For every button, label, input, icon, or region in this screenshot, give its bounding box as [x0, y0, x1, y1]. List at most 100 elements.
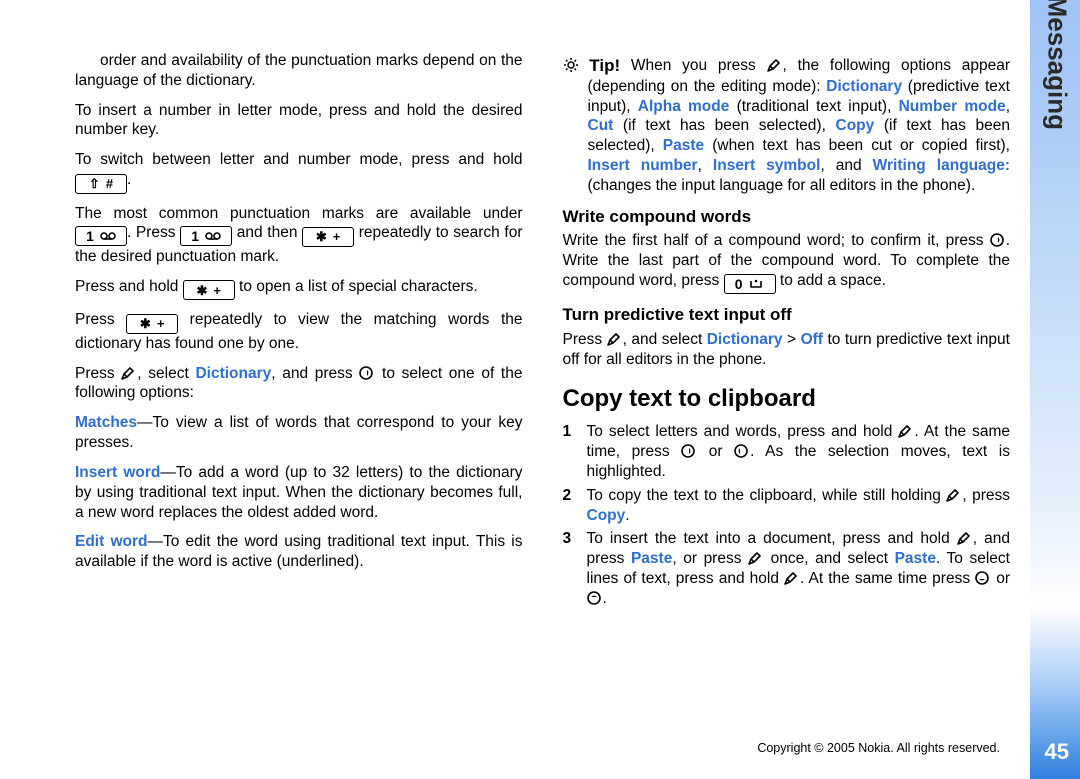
term-insert-word: Insert word [75, 464, 160, 481]
page-number: 45 [1045, 739, 1069, 765]
term-insert-symbol: Insert symbol [713, 157, 821, 174]
list-item: 2 To copy the text to the clipboard, whi… [563, 486, 1011, 526]
text: > [783, 331, 801, 348]
text: Press [563, 331, 607, 348]
text: , [698, 157, 713, 174]
body-columns: order and availability of the punctuatio… [75, 55, 1010, 695]
text: , select [137, 365, 195, 382]
para-edit-word: Edit word—To edit the word using traditi… [75, 532, 523, 572]
term-paste: Paste [895, 550, 936, 567]
page: order and availability of the punctuatio… [0, 0, 1080, 779]
key-star-plus: ✱ + [302, 227, 354, 247]
text: To select letters and words, press and h… [587, 423, 899, 440]
text: , and [820, 157, 872, 174]
para-insert-number: To insert a number in letter mode, press… [75, 101, 523, 141]
pen-icon [748, 551, 764, 565]
hash-icon: # [106, 177, 113, 190]
heading-turn-off: Turn predictive text input off [563, 304, 1011, 326]
text: . [625, 507, 629, 524]
text: . At the same time press [800, 570, 975, 587]
key-1-voicemail: 1 [75, 226, 127, 246]
para-turn-off: Press , and select Dictionary > Off to t… [563, 330, 1011, 370]
key-star-plus: ✱ + [183, 280, 235, 300]
text: (changes the input language for all edit… [588, 177, 976, 194]
text: to open a list of special characters. [235, 278, 478, 295]
term-writing-language: Writing language: [873, 157, 1010, 174]
key-1-voicemail: 1 [180, 226, 232, 246]
text: To switch between letter and number mode… [75, 151, 523, 168]
pen-icon [121, 366, 137, 380]
text: —To view a list of words that correspond… [75, 414, 523, 451]
term-insert-number: Insert number [588, 157, 698, 174]
shift-icon: ⇧ [89, 177, 100, 190]
voicemail-icon [205, 229, 221, 243]
tip-label: Tip! [589, 56, 620, 75]
term-paste: Paste [663, 137, 704, 154]
text: , or press [672, 550, 748, 567]
side-tab-label: Messaging [1041, 0, 1072, 130]
copyright-text: Copyright © 2005 Nokia. All rights reser… [757, 741, 1000, 755]
list-body: To insert the text into a document, pres… [587, 529, 1011, 608]
key-shift-hash: ⇧ # [75, 174, 127, 194]
list-body: To select letters and words, press and h… [587, 422, 1011, 481]
pen-icon [946, 488, 962, 502]
term-copy: Copy [836, 117, 875, 134]
text: . Press [127, 224, 180, 241]
list-item: 3 To insert the text into a document, pr… [563, 529, 1011, 608]
plus-icon: + [213, 284, 221, 297]
side-tab: Messaging 45 [1030, 0, 1080, 779]
heading-write-compound: Write compound words [563, 206, 1011, 228]
term-off: Off [801, 331, 823, 348]
text: , press [962, 487, 1010, 504]
list-number: 2 [563, 486, 577, 526]
text: Press and hold [75, 278, 183, 295]
term-cut: Cut [588, 117, 614, 134]
one-icon: 1 [86, 229, 94, 243]
para-continuation: order and availability of the punctuatio… [75, 51, 523, 91]
term-dictionary: Dictionary [826, 78, 902, 95]
text: , and select [623, 331, 707, 348]
text: (traditional text input), [729, 98, 898, 115]
plus-icon: + [157, 317, 165, 330]
space-icon [749, 277, 765, 291]
para-insert-word: Insert word—To add a word (up to 32 lett… [75, 463, 523, 522]
text: Write the first half of a compound word;… [563, 232, 990, 249]
term-number-mode: Number mode [899, 98, 1006, 115]
text: (when text has been cut or copied first)… [704, 137, 1010, 154]
list-body: To copy the text to the clipboard, while… [587, 486, 1011, 526]
para-pen-dictionary: Press , select Dictionary, and press to … [75, 364, 523, 404]
nav-right-icon [681, 444, 697, 458]
star-icon: ✱ [316, 230, 327, 243]
term-paste: Paste [631, 550, 672, 567]
pen-icon [957, 531, 973, 545]
one-icon: 1 [191, 229, 199, 243]
text: To insert the text into a document, pres… [587, 530, 957, 547]
text: and then [232, 224, 302, 241]
nav-up-icon [587, 591, 603, 605]
para-compound: Write the first half of a compound word;… [563, 231, 1011, 294]
text: , [1006, 98, 1010, 115]
para-punctuation: The most common punctuation marks are av… [75, 204, 523, 267]
text: to add a space. [776, 272, 886, 289]
text: Press [75, 311, 126, 328]
text: , and press [271, 365, 359, 382]
para-matches: Matches—To view a list of words that cor… [75, 413, 523, 453]
term-dictionary: Dictionary [195, 365, 271, 382]
key-star-plus: ✱ + [126, 314, 178, 334]
list-item: 1 To select letters and words, press and… [563, 422, 1011, 481]
nav-right-icon [359, 366, 375, 380]
term-matches: Matches [75, 414, 137, 431]
tip-block: Tip! When you press , the following opti… [563, 55, 1011, 196]
text: or [991, 570, 1010, 587]
nav-left-icon [734, 444, 750, 458]
text: . [127, 171, 131, 188]
term-edit-word: Edit word [75, 533, 147, 550]
heading-copy-clipboard: Copy text to clipboard [563, 384, 1011, 415]
text: . [603, 590, 607, 607]
key-0-space: 0 [724, 274, 776, 294]
term-copy: Copy [587, 507, 626, 524]
ordered-list: 1 To select letters and words, press and… [563, 422, 1011, 608]
nav-down-icon [975, 571, 991, 585]
nav-right-icon [990, 233, 1006, 247]
text: or [697, 443, 734, 460]
